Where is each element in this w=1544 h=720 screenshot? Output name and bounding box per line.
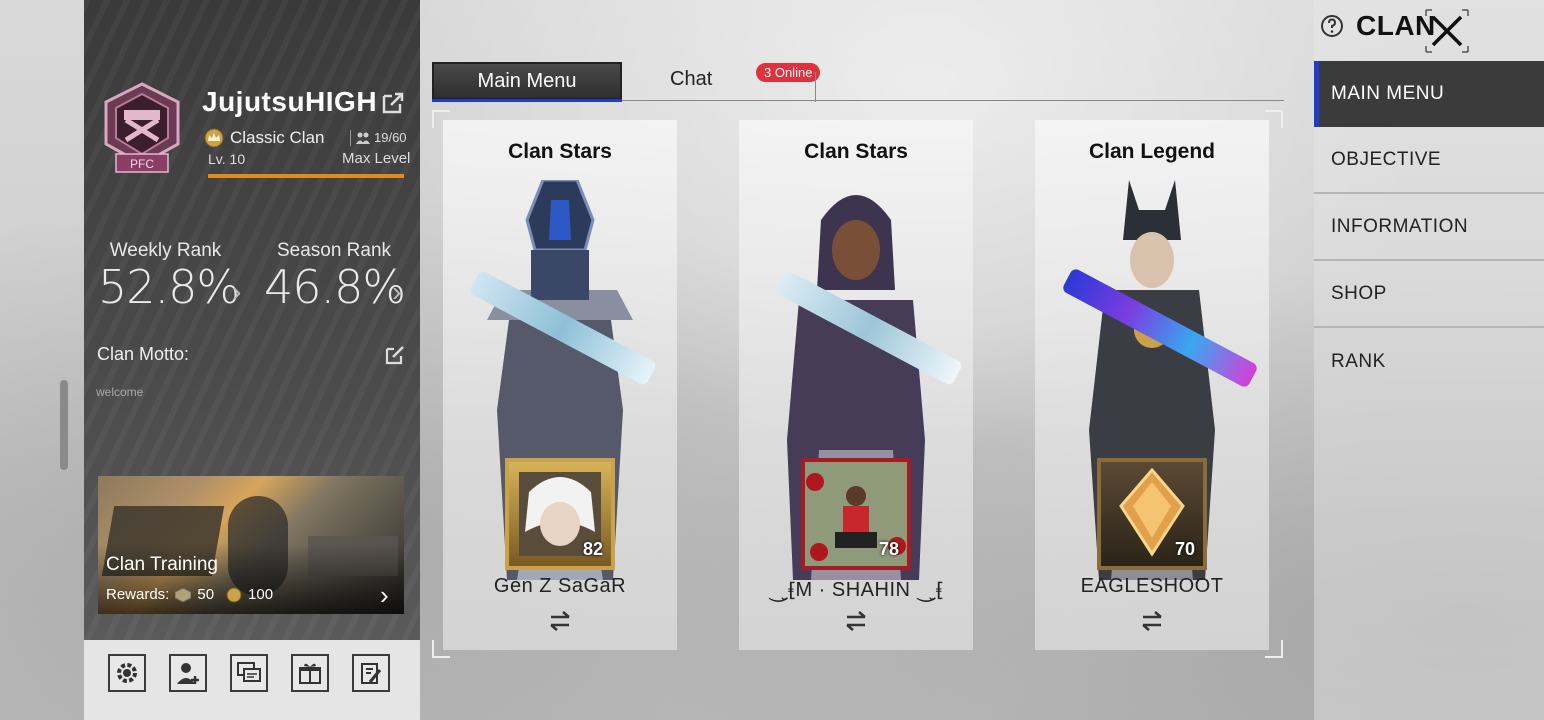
- card-title: Clan Stars: [804, 140, 908, 163]
- player-name: EAGLESHOOT: [1080, 575, 1224, 597]
- tab-bar: Main Menu Chat 3 Online: [430, 60, 1284, 102]
- training-title: Clan Training: [106, 554, 218, 575]
- avatar[interactable]: 70: [1097, 458, 1207, 570]
- player-level: 82: [582, 539, 603, 559]
- edit-icon[interactable]: [384, 344, 406, 366]
- motto-text: welcome: [96, 385, 144, 399]
- chat-icon: [237, 662, 261, 682]
- clan-name: JujutsuHIGH: [202, 86, 378, 117]
- rewards-label: Rewards:: [106, 586, 170, 603]
- avatar[interactable]: 82: [505, 458, 615, 570]
- close-icon[interactable]: [1424, 8, 1470, 54]
- divider: [815, 72, 816, 102]
- clan-coin-icon: [226, 587, 242, 602]
- gift-button[interactable]: [291, 654, 329, 692]
- member-card[interactable]: Clan Stars 82 Gen Z SaGaR: [443, 120, 677, 650]
- weekly-rank-value: 52.8%: [98, 260, 240, 314]
- add-member-button[interactable]: [169, 654, 207, 692]
- divider: [622, 100, 1284, 101]
- clan-type-crown-icon: [204, 128, 224, 148]
- season-rank-label: Season Rank: [276, 240, 392, 261]
- level-progress-bar: [208, 174, 404, 178]
- level-progress-fill: [208, 174, 404, 178]
- help-icon[interactable]: [1320, 14, 1344, 38]
- scrollbar-thumb[interactable]: [60, 380, 68, 470]
- header: CLAN: [1320, 10, 1436, 42]
- player-name: Gen Z SaGaR: [493, 575, 627, 597]
- member-card[interactable]: Clan Legend 70 EAGLESHOOT: [1035, 120, 1269, 650]
- nav-item-information[interactable]: INFORMATION: [1314, 195, 1544, 261]
- clan-info-panel: PFC JujutsuHIGH Classic Clan 19/60 Lv. 1…: [84, 0, 420, 720]
- motto-label: Clan Motto:: [97, 344, 190, 364]
- card-title: Clan Stars: [508, 140, 612, 163]
- season-rank-value: 46.8%: [264, 260, 406, 314]
- chevron-right-icon: ›: [392, 276, 402, 307]
- weekly-rank-label: Weekly Rank: [109, 240, 222, 261]
- tab-main-menu[interactable]: Main Menu: [432, 62, 622, 102]
- emblem-tag: PFC: [130, 157, 154, 171]
- swap-icon[interactable]: [1140, 610, 1164, 632]
- weekly-rank[interactable]: Weekly Rank 52.8% ›: [98, 240, 241, 314]
- notes-button[interactable]: [352, 654, 390, 692]
- clan-point-icon: [175, 587, 192, 602]
- share-icon[interactable]: [380, 90, 406, 116]
- player-level: 70: [1174, 539, 1195, 559]
- reward-1: 50: [197, 586, 215, 603]
- nav-item-rank[interactable]: RANK: [1314, 329, 1544, 395]
- avatar[interactable]: 78: [801, 458, 911, 570]
- member-card[interactable]: Clan Stars 78 ⏝̮⹗M · SHAHIN ⏝̮⹗: [739, 120, 973, 650]
- tab-chat[interactable]: Chat: [670, 68, 712, 91]
- members-icon: [356, 132, 370, 144]
- card-title: Clan Legend: [1088, 140, 1215, 163]
- clan-level: Lv. 10: [208, 151, 246, 167]
- divider: [350, 130, 352, 146]
- swap-icon[interactable]: [548, 610, 572, 632]
- clan-level-status: Max Level: [342, 150, 411, 167]
- nav-item-main-menu[interactable]: MAIN MENU: [1314, 61, 1544, 127]
- member-count-text: 19/60: [374, 130, 407, 145]
- season-rank[interactable]: Season Rank 46.8% ›: [264, 240, 406, 314]
- swap-icon[interactable]: [844, 610, 868, 632]
- nav-item-objective[interactable]: OBJECTIVE: [1314, 128, 1544, 194]
- clan-emblem-icon[interactable]: PFC: [102, 82, 182, 182]
- messages-button[interactable]: [230, 654, 268, 692]
- chevron-right-icon: ›: [232, 276, 242, 307]
- chevron-right-icon: ›: [380, 580, 389, 610]
- clipboard-edit-icon: [361, 663, 382, 684]
- member-count: 19/60: [356, 130, 407, 145]
- add-user-icon: [177, 663, 199, 684]
- reward-2: 100: [248, 586, 274, 603]
- settings-button[interactable]: [108, 654, 146, 692]
- player-level: 78: [878, 539, 899, 559]
- bottom-toolbar: [108, 654, 390, 692]
- clan-type: Classic Clan: [230, 128, 325, 147]
- nav-item-shop[interactable]: SHOP: [1314, 262, 1544, 328]
- gear-icon: [117, 663, 137, 683]
- player-name: ⏝̮⹗M · SHAHIN ⏝̮⹗: [768, 579, 944, 601]
- gift-icon: [299, 663, 321, 684]
- training-rewards: Rewards: 50 100: [106, 586, 273, 603]
- online-count-badge: 3 Online: [756, 63, 821, 82]
- clan-training-card[interactable]: Clan Training Rewards: 50 100 ›: [98, 476, 404, 614]
